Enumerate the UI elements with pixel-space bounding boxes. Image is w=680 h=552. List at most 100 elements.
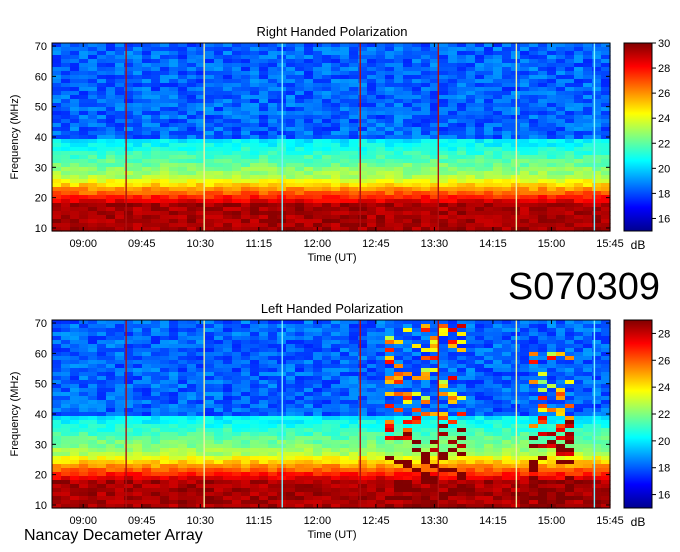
spectrum-cell [151, 468, 161, 473]
spectrum-cell [223, 324, 233, 329]
spectrum-cell [295, 115, 305, 120]
spectrum-cell [313, 500, 323, 505]
spectrum-cell [286, 119, 296, 124]
spectrum-cell [322, 159, 332, 164]
spectrum-cell [70, 95, 80, 100]
spectrum-cell [187, 103, 197, 108]
spectrum-cell [241, 444, 251, 449]
spectrum-cell [331, 404, 341, 409]
spectrum-cell [385, 492, 395, 497]
spectrum-cell [322, 424, 332, 429]
spectrum-cell [151, 412, 161, 417]
spectrum-cell [556, 215, 566, 220]
spectrum-cell [142, 151, 152, 156]
spectrum-cell [394, 135, 404, 140]
spectrum-cell [412, 408, 422, 413]
spectrum-cell [331, 372, 341, 377]
spectrum-cell [565, 195, 575, 200]
spectrum-cell [241, 183, 251, 188]
spectrum-cell [61, 207, 71, 212]
spectrum-cell [160, 179, 170, 184]
spectrum-cell [439, 91, 449, 96]
spectrum-cell [322, 388, 332, 393]
spectrum-cell [259, 384, 269, 389]
spectrum-cell [142, 324, 152, 329]
spectrum-cell [376, 191, 386, 196]
spectrum-cell [169, 344, 179, 349]
spectrum-cell [295, 396, 305, 401]
spectrum-cell [493, 95, 503, 100]
spectrum-cell [385, 404, 395, 409]
spectrum-cell [394, 460, 404, 465]
spectrum-cell [214, 424, 224, 429]
spectrum-cell [340, 416, 350, 421]
spectrum-cell [304, 492, 314, 497]
spectrum-cell [601, 143, 611, 148]
spectrum-cell [583, 63, 593, 68]
spectrum-cell [79, 496, 89, 501]
spectrum-cell [331, 111, 341, 116]
spectrum-cell [88, 195, 98, 200]
spectrum-cell [169, 440, 179, 445]
spectrum-cell [412, 456, 422, 461]
spectrum-cell [259, 428, 269, 433]
spectrum-cell [70, 476, 80, 481]
spectrum-cell [70, 448, 80, 453]
spectrum-cell [286, 416, 296, 421]
spectrum-cell [394, 223, 404, 228]
spectrum-cell [376, 408, 386, 413]
colorbar-tick-label: 26 [658, 88, 670, 100]
spectrum-cell [268, 460, 278, 465]
spectrum-cell [232, 43, 242, 48]
spectrum-cell [385, 360, 395, 365]
spectrum-cell [403, 51, 413, 56]
spectrum-cell [133, 320, 143, 325]
spectrum-cell [313, 167, 323, 172]
spectrum-cell [52, 175, 62, 180]
spectrum-cell [394, 67, 404, 72]
spectrum-cell [151, 424, 161, 429]
spectrum-cell [412, 464, 422, 469]
spectrum-cell [403, 191, 413, 196]
spectrum-cell [331, 352, 341, 357]
spectrum-cell [421, 332, 431, 337]
spectrum-cell [394, 215, 404, 220]
spectrum-cell [367, 416, 377, 421]
spectrum-cell [448, 111, 458, 116]
spectrum-cell [133, 171, 143, 176]
spectrum-cell [466, 55, 476, 60]
spectrum-cell [250, 211, 260, 216]
spectrum-cell [475, 99, 485, 104]
spectrum-cell [142, 400, 152, 405]
spectrum-cell [241, 59, 251, 64]
spectrum-cell [178, 107, 188, 112]
spectrum-cell [133, 384, 143, 389]
spectrum-cell [160, 376, 170, 381]
spectrum-cell [385, 139, 395, 144]
spectrum-cell [97, 131, 107, 136]
spectrum-cell [583, 163, 593, 168]
spectrum-cell [151, 420, 161, 425]
spectrum-cell [304, 79, 314, 84]
spectrum-cell [367, 432, 377, 437]
spectrum-cell [493, 179, 503, 184]
spectrum-cell [457, 79, 467, 84]
spectrum-cell [106, 440, 116, 445]
spectrum-cell [394, 368, 404, 373]
spectrum-cell [187, 408, 197, 413]
spectrum-cell [205, 47, 215, 52]
spectrum-cell [457, 211, 467, 216]
spectrum-cell [268, 336, 278, 341]
spectrum-cell [250, 488, 260, 493]
spectrum-cell [160, 211, 170, 216]
spectrum-cell [142, 420, 152, 425]
spectrum-cell [493, 131, 503, 136]
spectrum-cell [601, 95, 611, 100]
spectrum-cell [223, 416, 233, 421]
spectrum-cell [520, 115, 530, 120]
spectrum-cell [502, 99, 512, 104]
spectrum-cell [232, 123, 242, 128]
spectrum-cell [205, 155, 215, 160]
spectrum-cell [106, 111, 116, 116]
spectrum-cell [466, 79, 476, 84]
